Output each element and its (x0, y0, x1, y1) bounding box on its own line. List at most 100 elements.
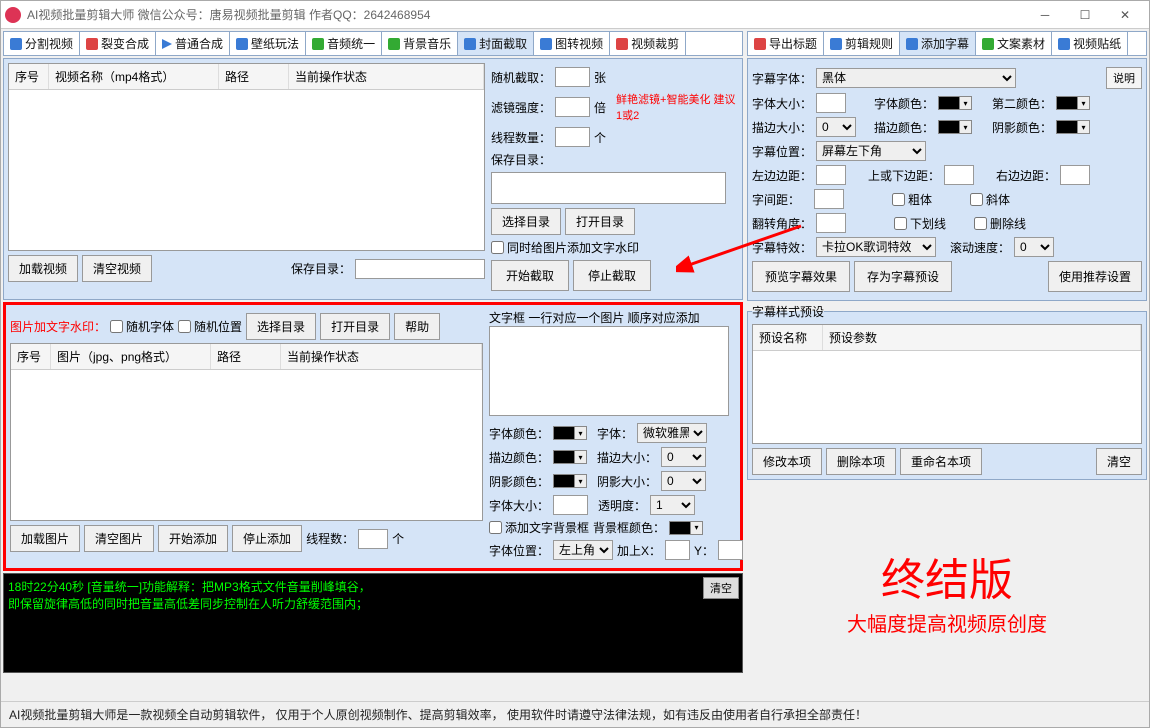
tab-subtitle[interactable]: 添加字幕 (900, 32, 976, 55)
wm-addy-input[interactable] (718, 540, 743, 560)
sub-stroke-color-picker[interactable]: ▾ (938, 120, 972, 134)
tab-bgm[interactable]: 背景音乐 (382, 32, 458, 55)
wm-stroke-color-picker[interactable]: ▾ (553, 450, 587, 464)
wm-bg-color-picker[interactable]: ▾ (669, 521, 703, 535)
wm-text-input[interactable] (489, 326, 729, 416)
sub-ml-input[interactable] (816, 165, 846, 185)
save-dir-input[interactable] (355, 259, 485, 279)
clear-video-button[interactable]: 清空视频 (82, 255, 152, 282)
sub-speed-select[interactable]: 0 (1014, 237, 1054, 257)
minimize-button[interactable]: ─ (1025, 2, 1065, 28)
tab-copy[interactable]: 文案素材 (976, 32, 1052, 55)
tab-cover[interactable]: 封面截取 (458, 32, 534, 55)
stop-add-button[interactable]: 停止添加 (232, 525, 302, 552)
tab-crop[interactable]: 视频裁剪 (610, 32, 686, 55)
cover-open-dir-button[interactable]: 打开目录 (565, 208, 635, 235)
start-add-button[interactable]: 开始添加 (158, 525, 228, 552)
sub-font-select[interactable]: 黑体 (816, 68, 1016, 88)
cover-savedir-label: 保存目录： (491, 151, 551, 168)
rand-pos-check[interactable]: 随机位置 (178, 318, 242, 335)
play-icon (162, 39, 172, 49)
preset-clear-button[interactable]: 清空 (1096, 448, 1142, 475)
wm-stroke-size-select[interactable]: 0 (661, 447, 706, 467)
sticker-icon (1058, 38, 1070, 50)
filter-input[interactable] (555, 97, 590, 117)
wm-opacity-select[interactable]: 1 (650, 495, 695, 515)
preset-del-button[interactable]: 删除本项 (826, 448, 896, 475)
video-table-body[interactable] (9, 90, 484, 250)
threads-input[interactable] (555, 127, 590, 147)
tab-split[interactable]: 分割视频 (4, 32, 80, 55)
app-title: AI视频批量剪辑大师 微信公众号：唐易视频批量剪辑 作者QQ：264246895… (27, 6, 1025, 23)
preset-ren-button[interactable]: 重命名本项 (900, 448, 982, 475)
wm-threads-input[interactable] (358, 529, 388, 549)
image-table-body[interactable] (11, 370, 482, 520)
save-preset-button[interactable]: 存为字幕预设 (854, 261, 952, 292)
cover-select-dir-button[interactable]: 选择目录 (491, 208, 561, 235)
fission-icon (86, 38, 98, 50)
bold-check[interactable]: 粗体 (892, 191, 932, 208)
log-panel: 清空 18时22分40秒 [音量统一]功能解释：把MP3格式文件音量削峰填谷， … (3, 573, 743, 673)
add-bg-check[interactable]: 添加文字背景框 (489, 519, 589, 536)
cover-savedir-input[interactable] (491, 172, 726, 204)
use-rec-button[interactable]: 使用推荐设置 (1048, 261, 1142, 292)
load-video-button[interactable]: 加载视频 (8, 255, 78, 282)
wm-addx-input[interactable] (665, 540, 690, 560)
tab-wallpaper[interactable]: 壁纸玩法 (230, 32, 306, 55)
rand-cap-label: 随机截取： (491, 69, 551, 86)
sub-angle-input[interactable] (816, 213, 846, 233)
wm-font-size-input[interactable] (553, 495, 588, 515)
music-icon (388, 38, 400, 50)
wm-pos-select[interactable]: 左上角 (553, 540, 613, 560)
th-name: 视频名称（mp4格式） (49, 64, 219, 89)
tab-rules[interactable]: 剪辑规则 (824, 32, 900, 55)
close-button[interactable]: ✕ (1105, 2, 1145, 28)
italic-check[interactable]: 斜体 (970, 191, 1010, 208)
explain-button[interactable]: 说明 (1106, 67, 1142, 89)
sub-stroke-select[interactable]: 0 (816, 117, 856, 137)
stop-capture-button[interactable]: 停止截取 (573, 260, 651, 291)
wm-help-button[interactable]: 帮助 (394, 313, 440, 340)
start-capture-button[interactable]: 开始截取 (491, 260, 569, 291)
sub-spacing-input[interactable] (814, 189, 844, 209)
preset-table[interactable]: 预设名称 预设参数 (752, 324, 1142, 444)
sub-size-input[interactable] (816, 93, 846, 113)
clear-image-button[interactable]: 清空图片 (84, 525, 154, 552)
sub-shadow-color-picker[interactable]: ▾ (1056, 120, 1090, 134)
subtitle-icon (906, 38, 918, 50)
maximize-button[interactable]: ☐ (1065, 2, 1105, 28)
underline-check[interactable]: 下划线 (894, 215, 946, 232)
tab-img2vid[interactable]: 图转视频 (534, 32, 610, 55)
rand-cap-input[interactable] (555, 67, 590, 87)
sub-mt-input[interactable] (944, 165, 974, 185)
tab-merge[interactable]: 普通合成 (156, 32, 230, 55)
sub-color2-picker[interactable]: ▾ (1056, 96, 1090, 110)
sub-pos-select[interactable]: 屏幕左下角 (816, 141, 926, 161)
tab-fission[interactable]: 裂变合成 (80, 32, 156, 55)
log-clear-button[interactable]: 清空 (703, 577, 739, 599)
wm-shadow-size-select[interactable]: 0 (661, 471, 706, 491)
wm-font-select[interactable]: 微软雅黑 (637, 423, 707, 443)
preset-mod-button[interactable]: 修改本项 (752, 448, 822, 475)
tab-export-title[interactable]: 导出标题 (748, 32, 824, 55)
load-image-button[interactable]: 加载图片 (10, 525, 80, 552)
wm-font-color-picker[interactable]: ▾ (553, 426, 587, 440)
video-table: 序号 视频名称（mp4格式） 路径 当前操作状态 (8, 63, 485, 251)
sub-mr-input[interactable] (1060, 165, 1090, 185)
watermark-checkbox[interactable]: 同时给图片添加文字水印 (491, 239, 639, 256)
tab-audio[interactable]: 音频统一 (306, 32, 382, 55)
strike-check[interactable]: 删除线 (974, 215, 1026, 232)
split-icon (10, 38, 22, 50)
wm-shadow-color-picker[interactable]: ▾ (553, 474, 587, 488)
wm-select-dir-button[interactable]: 选择目录 (246, 313, 316, 340)
wm-open-dir-button[interactable]: 打开目录 (320, 313, 390, 340)
rand-font-check[interactable]: 随机字体 (110, 318, 174, 335)
export-icon (754, 38, 766, 50)
sub-color-picker[interactable]: ▾ (938, 96, 972, 110)
cover-icon (464, 38, 476, 50)
image-table: 序号 图片（jpg、png格式） 路径 当前操作状态 (10, 343, 483, 521)
preset-legend: 字幕样式预设 (752, 303, 824, 320)
preview-sub-button[interactable]: 预览字幕效果 (752, 261, 850, 292)
sub-fx-select[interactable]: 卡拉OK歌词特效 (816, 237, 936, 257)
tab-sticker[interactable]: 视频贴纸 (1052, 32, 1128, 55)
